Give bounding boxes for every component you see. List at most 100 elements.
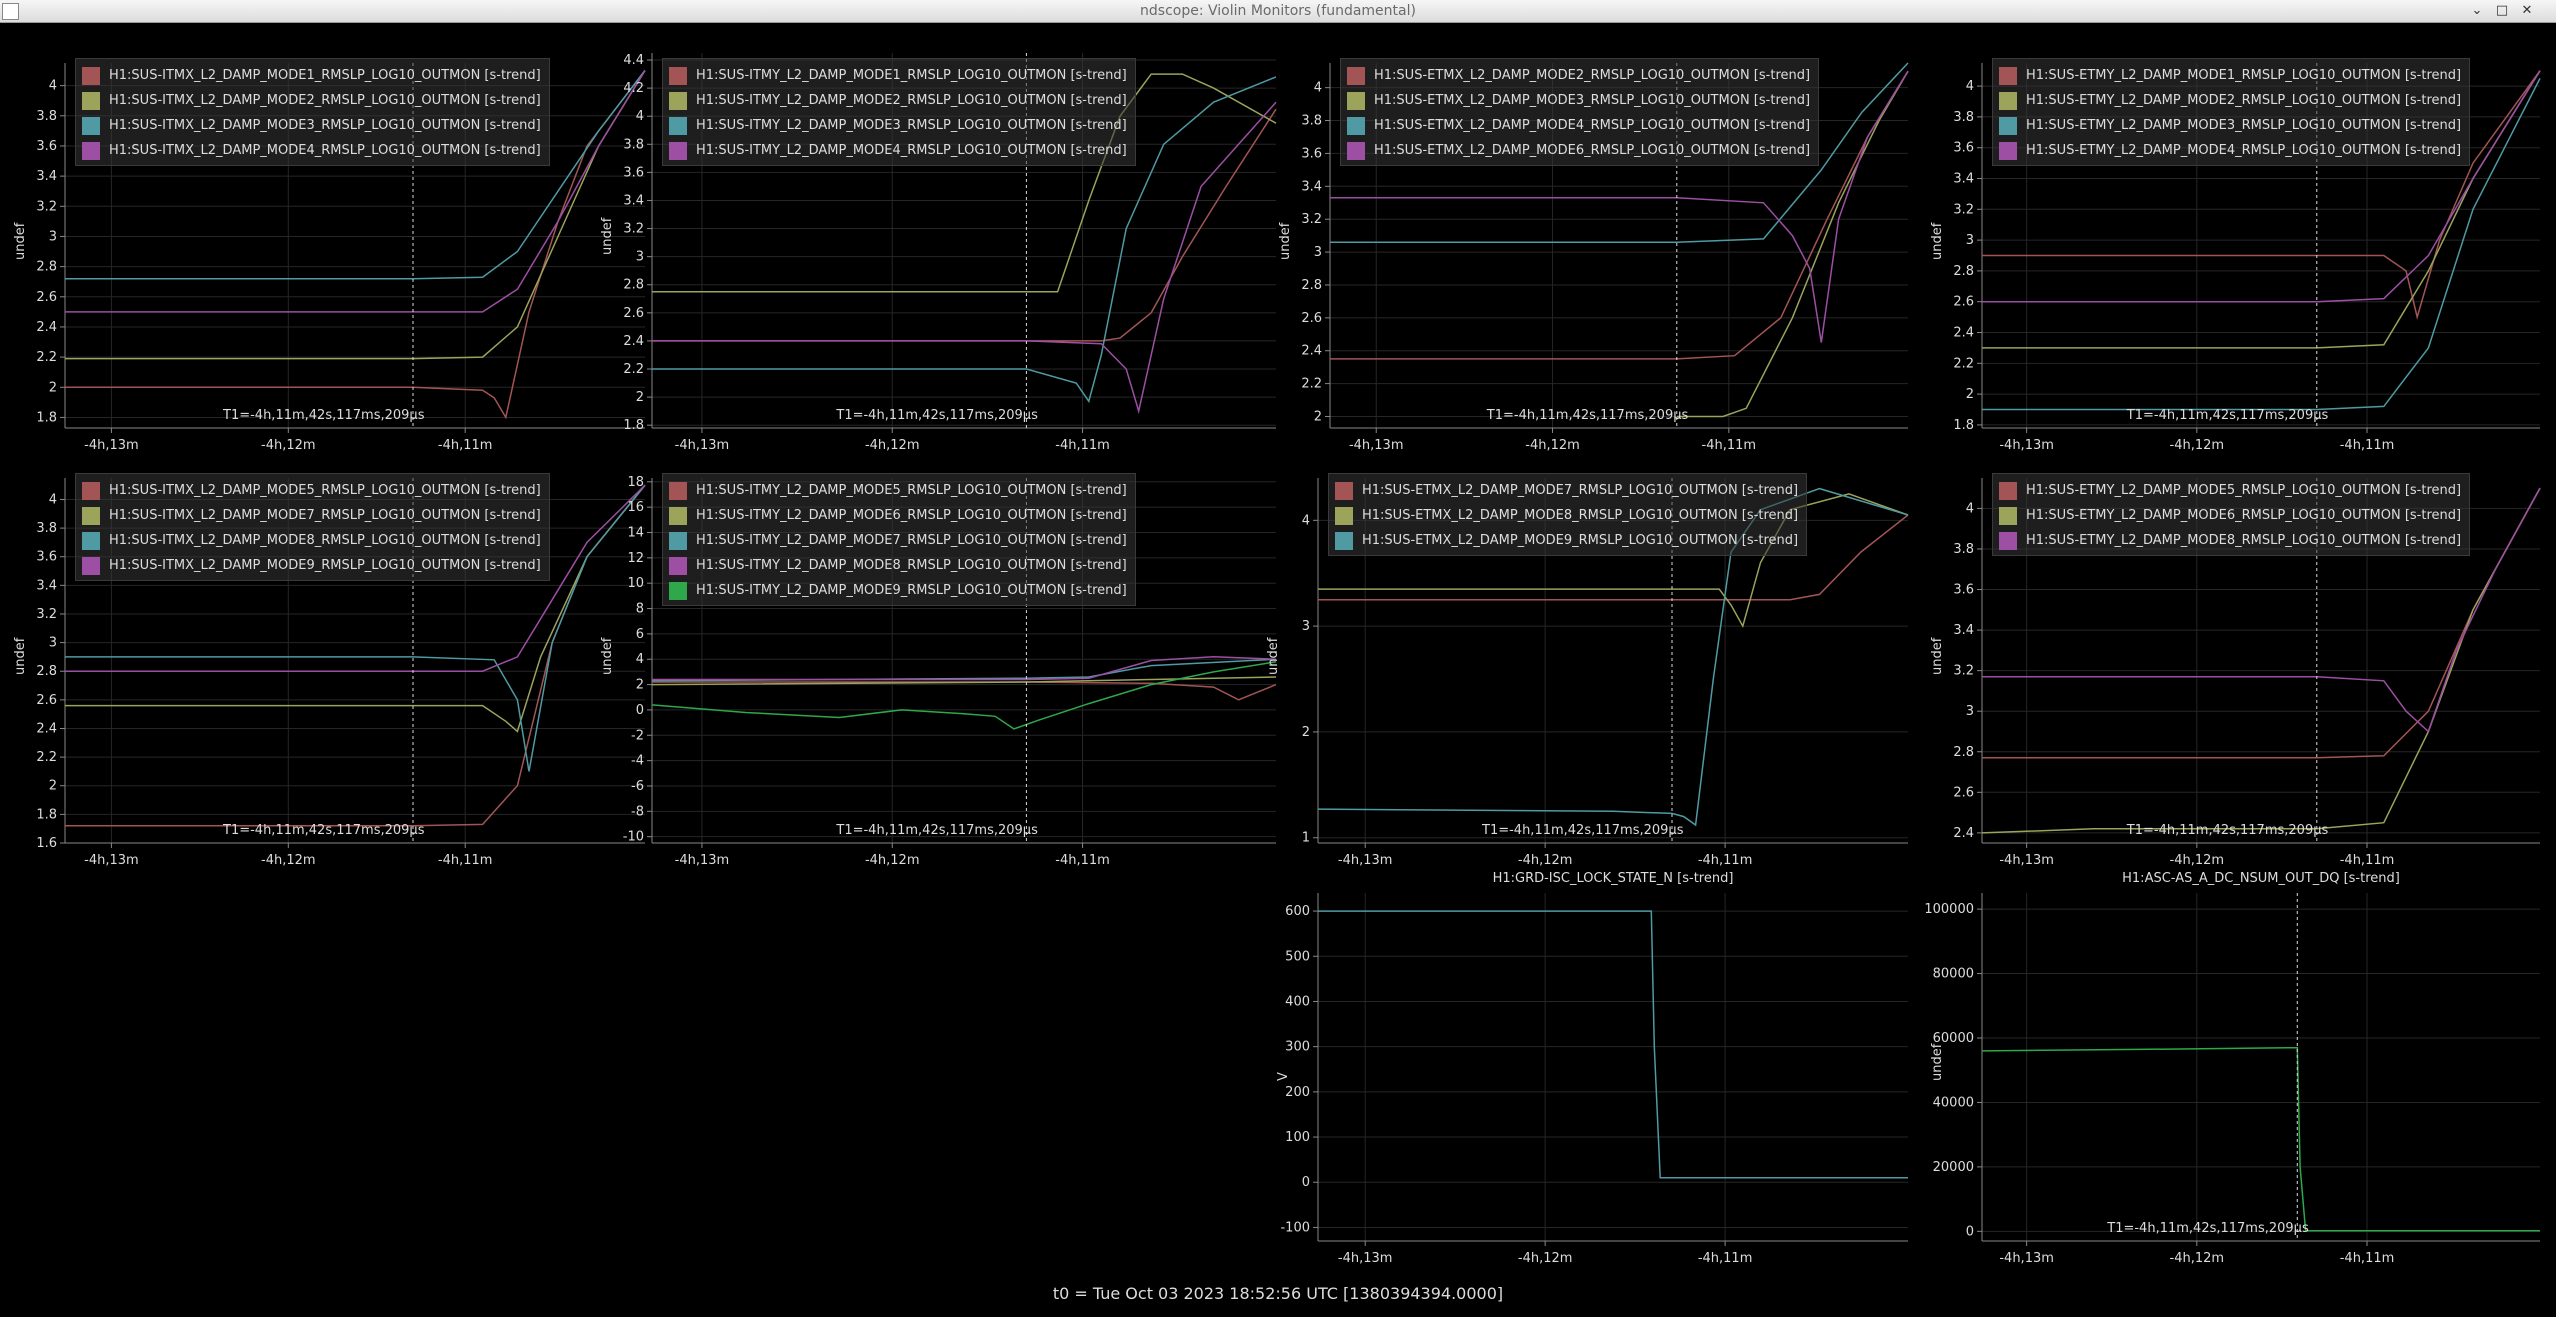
legend-swatch <box>82 531 100 550</box>
legend-swatch <box>669 506 687 525</box>
legend-item: H1:SUS-ETMX_L2_DAMP_MODE6_RMSLP_LOG10_OU… <box>1347 138 1810 163</box>
legend-item: H1:SUS-ETMX_L2_DAMP_MODE7_RMSLP_LOG10_OU… <box>1335 478 1798 503</box>
y-tick-label: -10 <box>623 830 644 845</box>
legend-item: H1:SUS-ETMY_L2_DAMP_MODE6_RMSLP_LOG10_OU… <box>1999 503 2461 528</box>
y-axis-label: undef <box>600 217 615 255</box>
series-line-4 <box>652 655 1277 681</box>
y-tick-label: -100 <box>1280 1220 1310 1235</box>
plot-p9: -4h,13m -4h,12m -4h,11m -100 0 100 200 300 400 50… <box>1280 893 1908 1266</box>
close-icon[interactable]: ✕ <box>2518 2 2536 20</box>
plot-title: H1:GRD-ISC_LOCK_STATE_N [s-trend] <box>1492 871 1734 886</box>
y-tick-label: 4 <box>636 109 644 124</box>
maximize-icon[interactable]: □ <box>2493 2 2511 20</box>
y-tick-label: 2.6 <box>1953 295 1974 310</box>
legend-label: H1:SUS-ETMY_L2_DAMP_MODE6_RMSLP_LOG10_OU… <box>2026 508 2462 523</box>
y-tick-label: 12 <box>627 551 644 566</box>
cursor-t1-label: T1=-4h,11m,42s,117ms,209µs <box>223 408 425 423</box>
legend-item: H1:SUS-ITMX_L2_DAMP_MODE4_RMSLP_LOG10_OU… <box>82 138 541 163</box>
y-tick-label: 1.6 <box>36 836 57 851</box>
legend-swatch <box>1347 66 1365 85</box>
legend-item: H1:SUS-ITMX_L2_DAMP_MODE5_RMSLP_LOG10_OU… <box>82 478 541 503</box>
x-tick-label: -4h,13m <box>1338 1251 1393 1266</box>
legend-swatch <box>1999 531 2017 550</box>
legend-swatch <box>82 506 100 525</box>
x-tick-label: -4h,12m <box>2170 1251 2225 1266</box>
minimize-icon[interactable]: ⌄ <box>2468 2 2486 20</box>
legend-label: H1:SUS-ITMY_L2_DAMP_MODE3_RMSLP_LOG10_OU… <box>696 118 1127 133</box>
legend-item: H1:SUS-ETMY_L2_DAMP_MODE3_RMSLP_LOG10_OU… <box>1999 113 2461 138</box>
legend-label: H1:SUS-ETMX_L2_DAMP_MODE2_RMSLP_LOG10_OU… <box>1374 68 1811 83</box>
t0-status: t0 = Tue Oct 03 2023 18:52:56 UTC [13803… <box>1052 1284 1504 1303</box>
y-tick-label: 2 <box>49 779 57 794</box>
x-tick-label: -4h,13m <box>84 438 139 453</box>
legend-box: H1:SUS-ITMY_L2_DAMP_MODE1_RMSLP_LOG10_OU… <box>662 58 1136 166</box>
x-tick-label: -4h,12m <box>1525 438 1580 453</box>
window-titlebar: ndscope: Violin Monitors (fundamental) ⌄… <box>0 0 2556 23</box>
legend-item: H1:SUS-ETMY_L2_DAMP_MODE8_RMSLP_LOG10_OU… <box>1999 528 2461 553</box>
y-tick-label: 2.4 <box>623 334 644 349</box>
y-tick-label: 10 <box>627 576 644 591</box>
legend-box: H1:SUS-ITMX_L2_DAMP_MODE5_RMSLP_LOG10_OU… <box>75 473 550 581</box>
legend-label: H1:SUS-ETMX_L2_DAMP_MODE9_RMSLP_LOG10_OU… <box>1362 533 1799 548</box>
x-tick-label: -4h,12m <box>1518 853 1573 868</box>
y-tick-label: 2.4 <box>1953 326 1974 341</box>
legend-swatch <box>82 481 100 500</box>
legend-label: H1:SUS-ETMX_L2_DAMP_MODE6_RMSLP_LOG10_OU… <box>1374 143 1811 158</box>
legend-label: H1:SUS-ITMX_L2_DAMP_MODE9_RMSLP_LOG10_OU… <box>109 558 541 573</box>
legend-item: H1:SUS-ETMX_L2_DAMP_MODE4_RMSLP_LOG10_OU… <box>1347 113 1810 138</box>
legend-label: H1:SUS-ETMX_L2_DAMP_MODE3_RMSLP_LOG10_OU… <box>1374 93 1811 108</box>
legend-item: H1:SUS-ITMX_L2_DAMP_MODE7_RMSLP_LOG10_OU… <box>82 503 541 528</box>
legend-label: H1:SUS-ETMY_L2_DAMP_MODE2_RMSLP_LOG10_OU… <box>2026 93 2462 108</box>
y-tick-label: 2 <box>49 380 57 395</box>
y-tick-label: 3.6 <box>1301 146 1322 161</box>
y-tick-label: 2 <box>636 390 644 405</box>
legend-box: H1:SUS-ITMX_L2_DAMP_MODE1_RMSLP_LOG10_OU… <box>75 58 550 166</box>
y-axis-label: undef <box>1930 222 1945 260</box>
y-tick-label: 2 <box>1314 409 1322 424</box>
y-tick-label: 3.4 <box>1953 623 1974 638</box>
y-tick-label: 200 <box>1285 1085 1310 1100</box>
y-tick-label: 2.4 <box>36 721 57 736</box>
legend-box: H1:SUS-ETMX_L2_DAMP_MODE7_RMSLP_LOG10_OU… <box>1328 473 1808 556</box>
plot-p10: -4h,13m -4h,12m -4h,11m0200004000060000800… <box>1924 893 2540 1266</box>
y-tick-label: 6 <box>636 627 644 642</box>
y-tick-label: 3.8 <box>623 137 644 152</box>
legend-label: H1:SUS-ITMX_L2_DAMP_MODE4_RMSLP_LOG10_OU… <box>109 143 541 158</box>
legend-swatch <box>1347 141 1365 160</box>
y-tick-label: 3.8 <box>1953 542 1974 557</box>
y-tick-label: 3.6 <box>1953 583 1974 598</box>
y-tick-label: 40000 <box>1933 1095 1974 1110</box>
series-line-1 <box>1318 910 1908 1179</box>
y-tick-label: 3.8 <box>1301 114 1322 129</box>
y-tick-label: 4 <box>1966 79 1974 94</box>
y-tick-label: 400 <box>1285 994 1310 1009</box>
legend-swatch <box>669 116 687 135</box>
y-tick-label: 3.4 <box>1301 179 1322 194</box>
y-tick-label: 300 <box>1285 1040 1310 1055</box>
legend-item: H1:SUS-ITMX_L2_DAMP_MODE2_RMSLP_LOG10_OU… <box>82 88 541 113</box>
legend-item: H1:SUS-ETMY_L2_DAMP_MODE2_RMSLP_LOG10_OU… <box>1999 88 2461 113</box>
y-tick-label: 0 <box>1966 1224 1974 1239</box>
y-tick-label: 1.8 <box>36 807 57 822</box>
y-tick-label: -8 <box>631 804 644 819</box>
x-tick-label: -4h,11m <box>2340 438 2395 453</box>
y-tick-label: 2.2 <box>623 362 644 377</box>
y-axis-label: undef <box>1930 637 1945 675</box>
legend-item: H1:SUS-ITMX_L2_DAMP_MODE3_RMSLP_LOG10_OU… <box>82 113 541 138</box>
x-tick-label: -4h,11m <box>1055 853 1110 868</box>
cursor-t1-label: T1=-4h,11m,42s,117ms,209µs <box>2107 1221 2309 1236</box>
x-tick-label: -4h,11m <box>1698 853 1753 868</box>
legend-swatch <box>1335 481 1353 500</box>
legend-label: H1:SUS-ITMY_L2_DAMP_MODE4_RMSLP_LOG10_OU… <box>696 143 1127 158</box>
y-tick-label: 2.8 <box>1301 278 1322 293</box>
legend-item: H1:SUS-ETMY_L2_DAMP_MODE1_RMSLP_LOG10_OU… <box>1999 63 2461 88</box>
y-tick-label: 2.2 <box>1953 356 1974 371</box>
y-tick-label: 2.8 <box>623 278 644 293</box>
y-tick-label: 4.2 <box>623 81 644 96</box>
y-tick-label: 4.4 <box>623 53 644 68</box>
legend-swatch <box>1347 91 1365 110</box>
x-tick-label: -4h,11m <box>438 853 493 868</box>
y-tick-label: 2.2 <box>36 350 57 365</box>
x-tick-label: -4h,11m <box>2340 853 2395 868</box>
y-tick-label: 16 <box>627 500 644 515</box>
